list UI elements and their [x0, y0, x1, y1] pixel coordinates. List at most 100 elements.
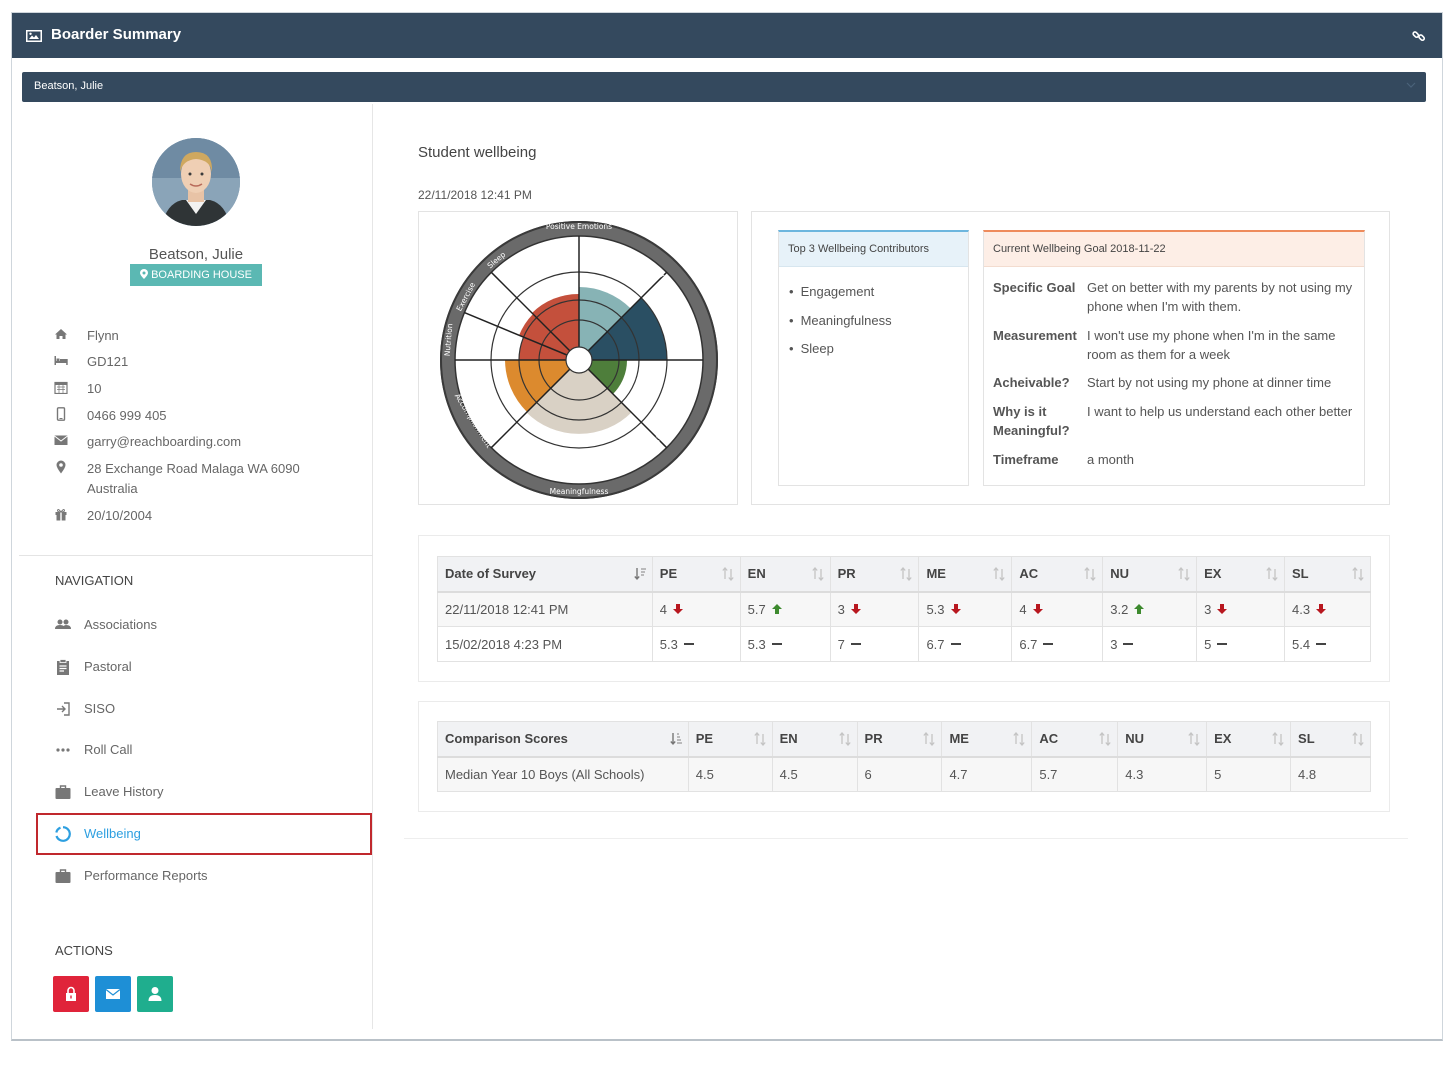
goal-value: I won't use my phone when I'm in the sam… [1087, 328, 1336, 362]
top-contributors-title: Top 3 Wellbeing Contributors [779, 232, 968, 267]
sort-icon[interactable] [670, 732, 682, 746]
comparison-header-nu[interactable]: NU [1117, 721, 1208, 758]
score-value: 5.3 [747, 636, 766, 652]
survey-header-ex[interactable]: EX [1196, 556, 1286, 593]
score-cell: 6.7 [918, 626, 1013, 662]
survey-header-date-of-survey[interactable]: Date of Survey [437, 556, 653, 593]
comparison-header-ex[interactable]: EX [1206, 721, 1292, 758]
score-cell: 7 [829, 626, 920, 662]
student-selector[interactable]: Beatson, Julie [22, 72, 1426, 102]
nav-item-label: SISO [84, 701, 116, 716]
score-cell: 4.8 [1290, 756, 1371, 792]
trend-down-icon [950, 603, 961, 614]
survey-header-ac[interactable]: AC [1011, 556, 1104, 593]
column-header-label: AC [1019, 566, 1039, 582]
link-icon[interactable] [1412, 29, 1426, 43]
score-cell: 4.3 [1284, 591, 1371, 627]
nav-item-siso[interactable]: SISO [36, 688, 372, 730]
comparison-header-en[interactable]: EN [771, 721, 858, 758]
score-cell: 3 [829, 591, 920, 627]
home-icon [55, 329, 67, 339]
score-cell: 5 [1196, 626, 1286, 662]
sort-icon[interactable] [1266, 567, 1278, 581]
profile-button[interactable] [137, 976, 173, 1012]
column-header-label: PR [864, 731, 883, 747]
sort-icon[interactable] [900, 567, 913, 581]
nav-item-performance-reports[interactable]: Performance Reports [36, 855, 372, 897]
sort-icon[interactable] [1188, 732, 1200, 746]
table-row: Median Year 10 Boys (All Schools) 4.5 4.5 6… [437, 756, 1371, 792]
comparison-header-me[interactable]: ME [941, 721, 1033, 758]
goal-label: Specific Goal [993, 280, 1076, 295]
trend-flat-icon [950, 642, 961, 645]
table-row: 22/11/2018 12:41 PM 4 5.7 3 5.3 4 3.2 3 4.3 [437, 591, 1371, 627]
comparison-table-panel: Comparison Scores PE EN PR ME AC NU EX SL Median… [418, 701, 1390, 812]
users-icon [55, 619, 71, 629]
sort-icon[interactable] [634, 567, 646, 581]
nav-item-label: Leave History [84, 784, 164, 799]
nav-item-associations[interactable]: Associations [36, 604, 372, 646]
trend-flat-icon [683, 642, 694, 645]
score-value: 7 [837, 636, 845, 652]
nav-item-pastoral[interactable]: Pastoral [36, 646, 372, 688]
info-phone-text: 0466 999 405 [87, 408, 167, 423]
nav-item-label: Pastoral [84, 659, 132, 674]
nav-item-roll-call[interactable]: Roll Call [36, 729, 372, 771]
goal-label: Acheivable? [993, 375, 1070, 390]
score-cell: 5.4 [1284, 626, 1371, 662]
comparison-header-ac[interactable]: AC [1031, 721, 1119, 758]
comparison-header-comparison-scores[interactable]: Comparison Scores [437, 721, 689, 758]
score-cell: 4 [651, 591, 741, 627]
trend-up-icon [1134, 603, 1145, 614]
nav-item-wellbeing[interactable]: Wellbeing [36, 813, 372, 855]
mobile-icon [56, 407, 66, 421]
email-button[interactable] [95, 976, 131, 1012]
score-cell: 4.5 [687, 756, 773, 792]
score-value: 5.3 [659, 636, 678, 652]
sort-icon[interactable] [1084, 567, 1096, 581]
sort-icon[interactable] [721, 567, 734, 581]
sort-icon[interactable] [1013, 732, 1026, 746]
survey-header-pr[interactable]: PR [829, 556, 920, 593]
wellbeing-wheel: Positive Emotions Engagement Positive Re… [440, 221, 718, 499]
lock-button[interactable] [53, 976, 89, 1012]
sort-icon[interactable] [753, 732, 766, 746]
list-item: Engagement [789, 278, 968, 307]
trend-flat-icon [1123, 642, 1134, 645]
section-divider [404, 838, 1408, 839]
list-item: Sleep [789, 335, 968, 364]
sort-icon[interactable] [811, 567, 824, 581]
sort-icon[interactable] [1178, 567, 1190, 581]
survey-header-sl[interactable]: SL [1284, 556, 1371, 593]
sort-icon[interactable] [923, 732, 936, 746]
score-cell: 5.7 [1031, 756, 1119, 792]
top-contributors-card: Top 3 Wellbeing Contributors Engagement … [778, 230, 969, 486]
sort-icon[interactable] [1352, 732, 1364, 746]
sort-icon[interactable] [1352, 567, 1364, 581]
score-cell: 5 [1206, 756, 1292, 792]
comparison-header-pe[interactable]: PE [687, 721, 773, 758]
score-value: 6.7 [926, 636, 945, 652]
survey-date: 22/11/2018 12:41 PM [418, 188, 532, 202]
goal-title: Current Wellbeing Goal 2018-11-22 [984, 232, 1364, 267]
score-cell: 5.7 [739, 591, 831, 627]
survey-header-pe[interactable]: PE [651, 556, 741, 593]
survey-header-en[interactable]: EN [739, 556, 831, 593]
column-header-label: PE [659, 566, 678, 582]
comparison-header-pr[interactable]: PR [856, 721, 943, 758]
trend-down-icon [1217, 603, 1228, 614]
sort-icon[interactable] [838, 732, 851, 746]
sort-icon[interactable] [993, 567, 1006, 581]
image-icon [26, 30, 42, 42]
survey-header-nu[interactable]: NU [1102, 556, 1198, 593]
comparison-header-sl[interactable]: SL [1290, 721, 1371, 758]
student-selector-value: Beatson, Julie [34, 80, 104, 92]
column-header-label: PR [837, 566, 856, 582]
sort-icon[interactable] [1099, 732, 1111, 746]
sort-icon[interactable] [1272, 732, 1284, 746]
score-value: 3.2 [1110, 601, 1129, 617]
sign-in-icon [57, 702, 70, 716]
survey-header-me[interactable]: ME [918, 556, 1013, 593]
trend-down-icon [673, 603, 684, 614]
nav-item-leave-history[interactable]: Leave History [36, 771, 372, 813]
